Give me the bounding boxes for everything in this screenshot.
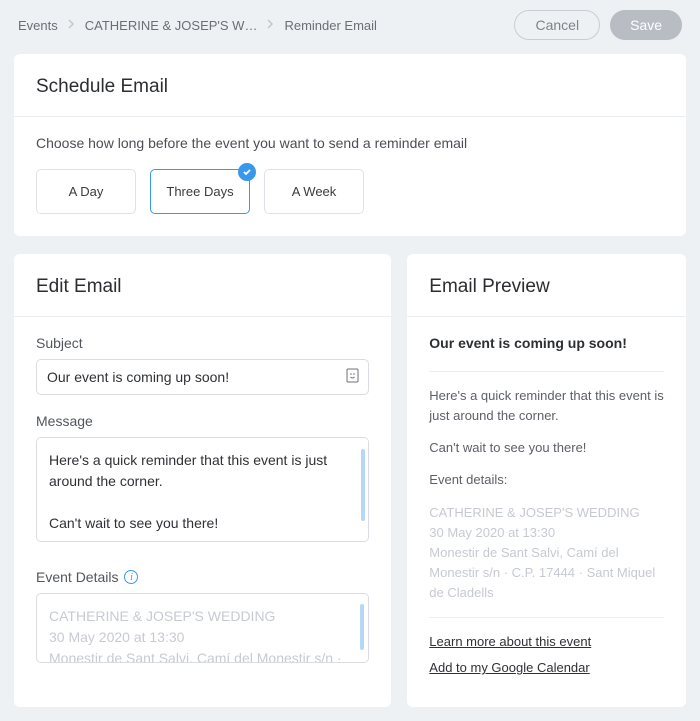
chevron-right-icon <box>267 18 274 32</box>
schedule-email-card: Schedule Email Choose how long before th… <box>14 54 686 236</box>
preview-event-date: 30 May 2020 at 13:30 <box>429 525 555 540</box>
preview-body-line: Can't wait to see you there! <box>429 438 664 458</box>
info-icon[interactable]: i <box>124 570 138 584</box>
preview-title: Email Preview <box>429 276 664 298</box>
divider <box>407 316 686 317</box>
preview-subject: Our event is coming up soon! <box>429 335 664 351</box>
subject-input[interactable] <box>36 359 369 395</box>
edit-email-title: Edit Email <box>36 276 369 298</box>
scrollbar[interactable] <box>361 449 365 521</box>
scrollbar[interactable] <box>360 604 364 650</box>
divider <box>14 116 686 117</box>
breadcrumb-event-name[interactable]: CATHERINE & JOSEP'S W… <box>85 18 258 33</box>
schedule-option[interactable]: A Week <box>264 169 364 214</box>
preview-event-name: CATHERINE & JOSEP'S WEDDING <box>429 505 639 520</box>
divider <box>429 617 664 618</box>
breadcrumb-current: Reminder Email <box>284 18 376 33</box>
schedule-intro: Choose how long before the event you wan… <box>36 135 664 151</box>
event-details-readonly: CATHERINE & JOSEP'S WEDDING 30 May 2020 … <box>36 593 369 663</box>
breadcrumb: Events CATHERINE & JOSEP'S W… Reminder E… <box>18 18 377 33</box>
cancel-button[interactable]: Cancel <box>514 10 600 40</box>
chevron-right-icon <box>68 18 75 32</box>
preview-details-heading: Event details: <box>429 470 664 490</box>
schedule-title: Schedule Email <box>36 76 664 98</box>
divider <box>429 371 664 372</box>
check-icon <box>238 163 256 181</box>
divider <box>14 316 391 317</box>
learn-more-link[interactable]: Learn more about this event <box>429 632 664 652</box>
preview-body-line: Here's a quick reminder that this event … <box>429 386 664 426</box>
emoji-icon[interactable] <box>346 368 359 386</box>
breadcrumb-events[interactable]: Events <box>18 18 58 33</box>
schedule-option[interactable]: Three Days <box>150 169 250 214</box>
edit-email-card: Edit Email Subject Message Event Details… <box>14 254 391 707</box>
message-label: Message <box>36 413 369 429</box>
preview-event-venue: Monestir de Sant Salvi, Camí del Monesti… <box>429 545 655 600</box>
schedule-option[interactable]: A Day <box>36 169 136 214</box>
add-calendar-link[interactable]: Add to my Google Calendar <box>429 658 664 678</box>
email-preview-card: Email Preview Our event is coming up soo… <box>407 254 686 707</box>
event-details-label: Event Details <box>36 569 118 585</box>
subject-label: Subject <box>36 335 369 351</box>
message-textarea[interactable] <box>36 437 369 542</box>
save-button[interactable]: Save <box>610 10 682 40</box>
